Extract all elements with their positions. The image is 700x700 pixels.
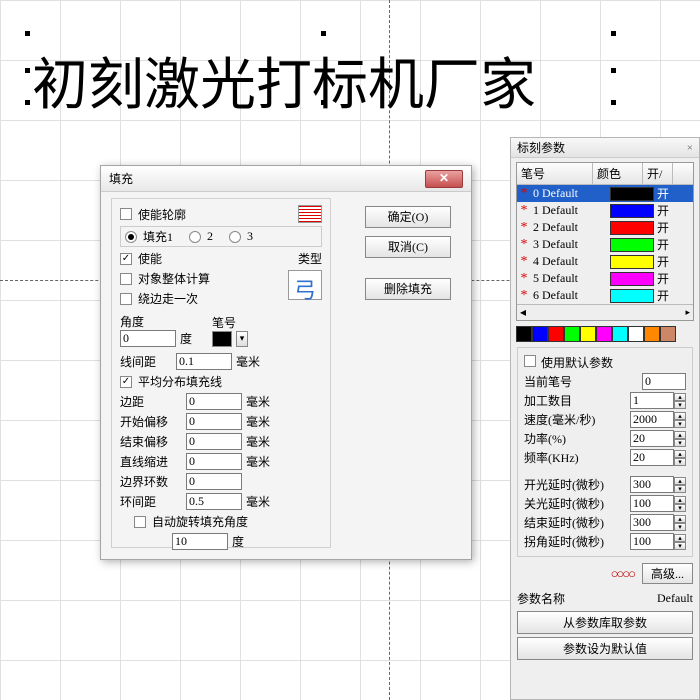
pen-color: [610, 221, 654, 235]
spinner-icon[interactable]: ▴▾: [674, 393, 686, 409]
palette-swatch[interactable]: [612, 326, 628, 342]
enable-outline-label: 使能轮廓: [138, 206, 186, 223]
load-from-library-button[interactable]: 从参数库取参数: [517, 611, 693, 634]
hatch-type-icon[interactable]: [288, 270, 322, 300]
pen-row[interactable]: *0 Default开: [517, 185, 693, 202]
pen-color: [610, 255, 654, 269]
panel-titlebar[interactable]: 标刻参数 ×: [511, 138, 699, 158]
dialog-title: 填充: [109, 170, 133, 187]
pen-row[interactable]: *4 Default开: [517, 253, 693, 270]
pen-color-swatch[interactable]: [212, 331, 232, 347]
fill3-radio[interactable]: [229, 231, 241, 243]
angle-input[interactable]: [120, 330, 176, 347]
pen-color: [610, 289, 654, 303]
auto-rotate-checkbox[interactable]: [134, 516, 146, 528]
spinner-icon[interactable]: ▴▾: [674, 450, 686, 466]
palette-swatch[interactable]: [516, 326, 532, 342]
palette-swatch[interactable]: [628, 326, 644, 342]
palette-swatch[interactable]: [548, 326, 564, 342]
palette-swatch[interactable]: [580, 326, 596, 342]
process-count-input[interactable]: [630, 392, 674, 409]
param-name-value: Default: [657, 591, 693, 606]
pen-row[interactable]: *1 Default开: [517, 202, 693, 219]
star-icon: *: [517, 254, 531, 270]
pen-row[interactable]: *5 Default开: [517, 270, 693, 287]
rotate-angle-input[interactable]: [172, 533, 228, 550]
palette-swatch[interactable]: [660, 326, 676, 342]
pen-dropdown-icon[interactable]: ▾: [236, 331, 248, 347]
fill1-radio[interactable]: [125, 231, 137, 243]
delete-hatch-button[interactable]: 删除填充: [365, 278, 451, 300]
pen-color: [610, 204, 654, 218]
spinner-icon[interactable]: ▴▾: [674, 534, 686, 550]
fill2-radio[interactable]: [189, 231, 201, 243]
set-default-button[interactable]: 参数设为默认值: [517, 637, 693, 660]
cancel-button[interactable]: 取消(C): [365, 236, 451, 258]
on-delay-input[interactable]: [630, 476, 674, 493]
enable-outline-checkbox[interactable]: [120, 208, 132, 220]
marking-params-panel: 标刻参数 × 笔号 颜色 开/ *0 Default开*1 Default开*2…: [510, 137, 700, 700]
star-icon: *: [517, 186, 531, 202]
edge-loops-input[interactable]: [186, 473, 242, 490]
walk-once-checkbox[interactable]: [120, 293, 132, 305]
ring-gap-input[interactable]: [186, 493, 242, 510]
pen-row[interactable]: *6 Default开: [517, 287, 693, 304]
corner-delay-input[interactable]: [630, 533, 674, 550]
palette-swatch[interactable]: [596, 326, 612, 342]
off-delay-input[interactable]: [630, 495, 674, 512]
spinner-icon[interactable]: ▴▾: [674, 515, 686, 531]
dialog-titlebar[interactable]: 填充 ✕: [101, 166, 471, 192]
rings-icon[interactable]: ○○○○: [611, 566, 634, 582]
col-pen[interactable]: 笔号: [517, 163, 593, 184]
pen-row[interactable]: *2 Default开: [517, 219, 693, 236]
current-pen-input[interactable]: [642, 373, 686, 390]
star-icon: *: [517, 203, 531, 219]
pen-color: [610, 187, 654, 201]
ok-button[interactable]: 确定(O): [365, 206, 451, 228]
end-delay-input[interactable]: [630, 514, 674, 531]
col-on[interactable]: 开/: [643, 163, 673, 184]
hatch-dialog: 填充 ✕ 使能轮廓 填充1 2 3 使能 类型: [100, 165, 472, 560]
col-color[interactable]: 颜色: [593, 163, 643, 184]
line-reduction-input[interactable]: [186, 453, 242, 470]
enable-checkbox[interactable]: [120, 253, 132, 265]
spinner-icon[interactable]: ▴▾: [674, 477, 686, 493]
palette-swatch[interactable]: [532, 326, 548, 342]
pin-icon[interactable]: ×: [687, 142, 693, 154]
power-input[interactable]: [630, 430, 674, 447]
spinner-icon[interactable]: ▴▾: [674, 412, 686, 428]
palette-swatch[interactable]: [564, 326, 580, 342]
panel-title: 标刻参数: [517, 139, 565, 156]
star-icon: *: [517, 271, 531, 287]
margin-input[interactable]: [186, 393, 242, 410]
spinner-icon[interactable]: ▴▾: [674, 431, 686, 447]
speed-input[interactable]: [630, 411, 674, 428]
hatch-preview-icon[interactable]: [298, 205, 322, 223]
start-offset-input[interactable]: [186, 413, 242, 430]
line-gap-input[interactable]: [176, 353, 232, 370]
table-scrollbar[interactable]: ◂▸: [517, 304, 693, 320]
pen-color: [610, 272, 654, 286]
star-icon: *: [517, 220, 531, 236]
pen-row[interactable]: *3 Default开: [517, 236, 693, 253]
end-offset-input[interactable]: [186, 433, 242, 450]
advanced-button[interactable]: 高级...: [642, 563, 693, 584]
color-palette: [516, 326, 694, 342]
pen-color: [610, 238, 654, 252]
avg-dist-checkbox[interactable]: [120, 376, 132, 388]
hatch-frame: 使能轮廓 填充1 2 3 使能 类型 对象整体计算 绕边走一次: [111, 198, 331, 548]
frequency-input[interactable]: [630, 449, 674, 466]
palette-swatch[interactable]: [644, 326, 660, 342]
selection-box: [28, 34, 613, 102]
spinner-icon[interactable]: ▴▾: [674, 496, 686, 512]
star-icon: *: [517, 288, 531, 304]
whole-calc-checkbox[interactable]: [120, 273, 132, 285]
close-icon[interactable]: ✕: [425, 170, 463, 188]
star-icon: *: [517, 237, 531, 253]
use-default-checkbox[interactable]: [524, 355, 536, 367]
pen-table: 笔号 颜色 开/ *0 Default开*1 Default开*2 Defaul…: [516, 162, 694, 321]
